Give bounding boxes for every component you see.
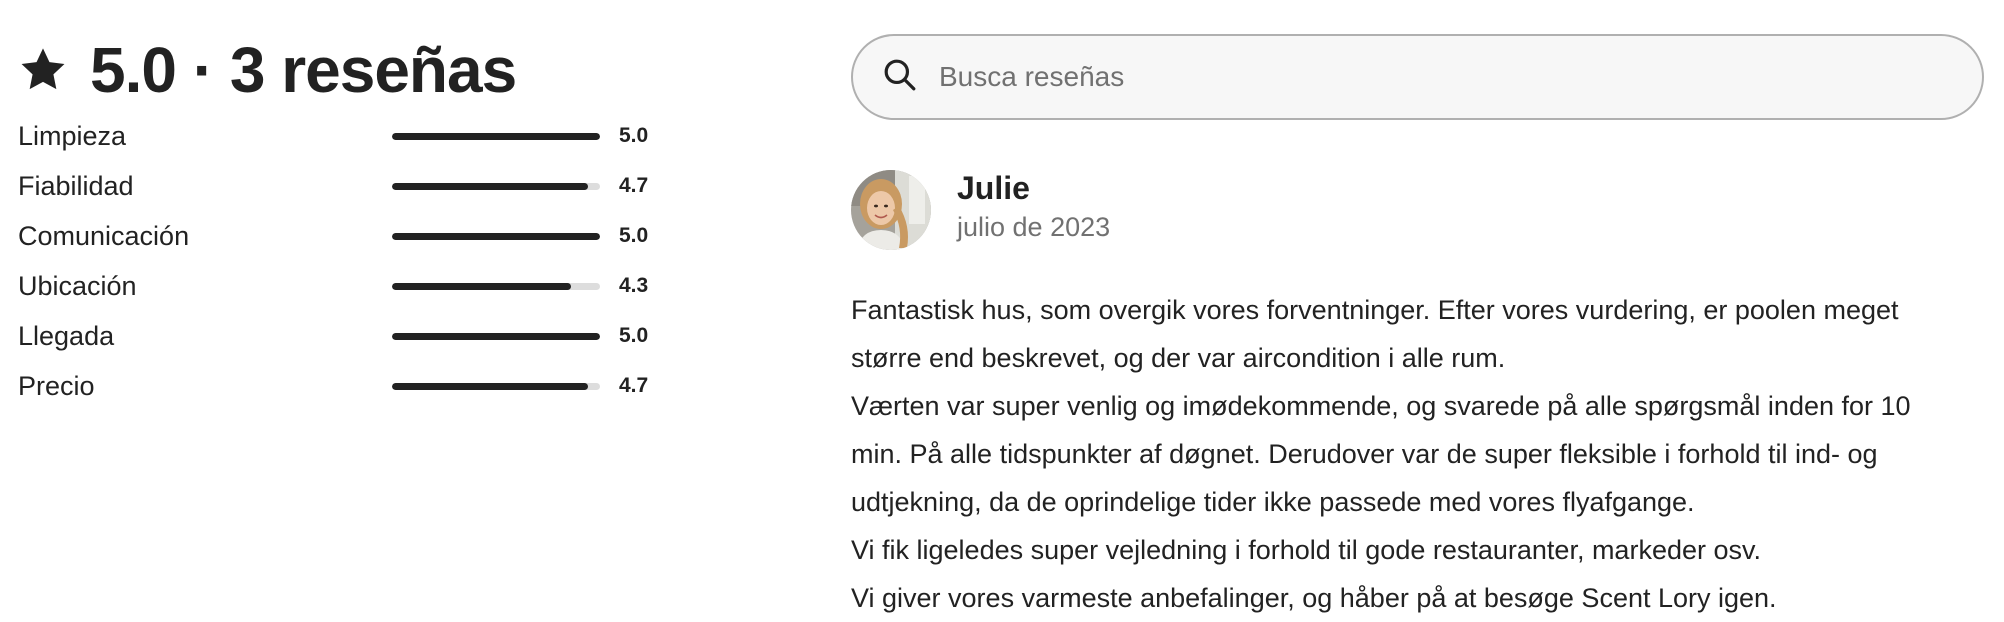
rating-label: Precio (18, 371, 95, 401)
rating-row-fiabilidad: Fiabilidad 4.7 (18, 166, 658, 206)
rating-value: 5.0 (619, 224, 649, 247)
rating-bar-fill (392, 383, 588, 390)
rating-label: Llegada (18, 321, 115, 351)
rating-bar-fill (392, 283, 571, 290)
search-icon (883, 58, 917, 97)
rating-bar (392, 283, 600, 290)
rating-summary-text: 5.0 · 3 reseñas (90, 34, 517, 106)
rating-value: 4.7 (619, 374, 649, 397)
rating-value: 4.3 (619, 274, 649, 297)
rating-row-precio: Precio 4.7 (18, 366, 658, 406)
rating-label: Ubicación (18, 271, 137, 301)
rating-bar-fill (392, 183, 588, 190)
rating-bar (392, 383, 600, 390)
review-text-line: Værten var super venlig og imødekommende… (851, 391, 1911, 421)
review-search-box[interactable] (851, 34, 1984, 120)
rating-bar-fill (392, 133, 600, 140)
rating-row-llegada: Llegada 5.0 (18, 316, 658, 356)
review-text-line: Vi fik ligeledes super vejledning i forh… (851, 535, 1761, 565)
review-text-line: udtjekning, da de oprindelige tider ikke… (851, 487, 1695, 517)
rating-label: Limpieza (18, 121, 127, 151)
rating-summary: 5.0 · 3 reseñas (18, 28, 517, 112)
review-text-line: større end beskrevet, og der var aircond… (851, 343, 1506, 373)
rating-value: 5.0 (619, 324, 649, 347)
rating-bar-fill (392, 233, 600, 240)
star-icon (18, 45, 68, 95)
rating-label: Comunicación (18, 221, 190, 251)
rating-label: Fiabilidad (18, 171, 134, 201)
reviewer-name: Julie (957, 170, 1030, 206)
rating-value: 4.7 (619, 174, 649, 197)
review-text-line: Fantastisk hus, som overgik vores forven… (851, 295, 1899, 325)
rating-row-comunicacion: Comunicación 5.0 (18, 216, 658, 256)
rating-bar (392, 183, 600, 190)
rating-bar (392, 333, 600, 340)
rating-bar (392, 233, 600, 240)
rating-row-limpieza: Limpieza 5.0 (18, 116, 658, 156)
review-text-line: Vi giver vores varmeste anbefalinger, og… (851, 583, 1777, 613)
review-text-line: min. På alle tidspunkter af døgnet. Deru… (851, 439, 1878, 469)
rating-bar (392, 133, 600, 140)
review-text: Fantastisk hus, som overgik vores forven… (851, 286, 1984, 622)
review-search-input[interactable] (937, 60, 1841, 94)
rating-bar-fill (392, 333, 600, 340)
review-date: julio de 2023 (957, 212, 1111, 242)
rating-row-ubicacion: Ubicación 4.3 (18, 266, 658, 306)
rating-value: 5.0 (619, 124, 649, 147)
reviewer-avatar[interactable] (851, 170, 931, 250)
